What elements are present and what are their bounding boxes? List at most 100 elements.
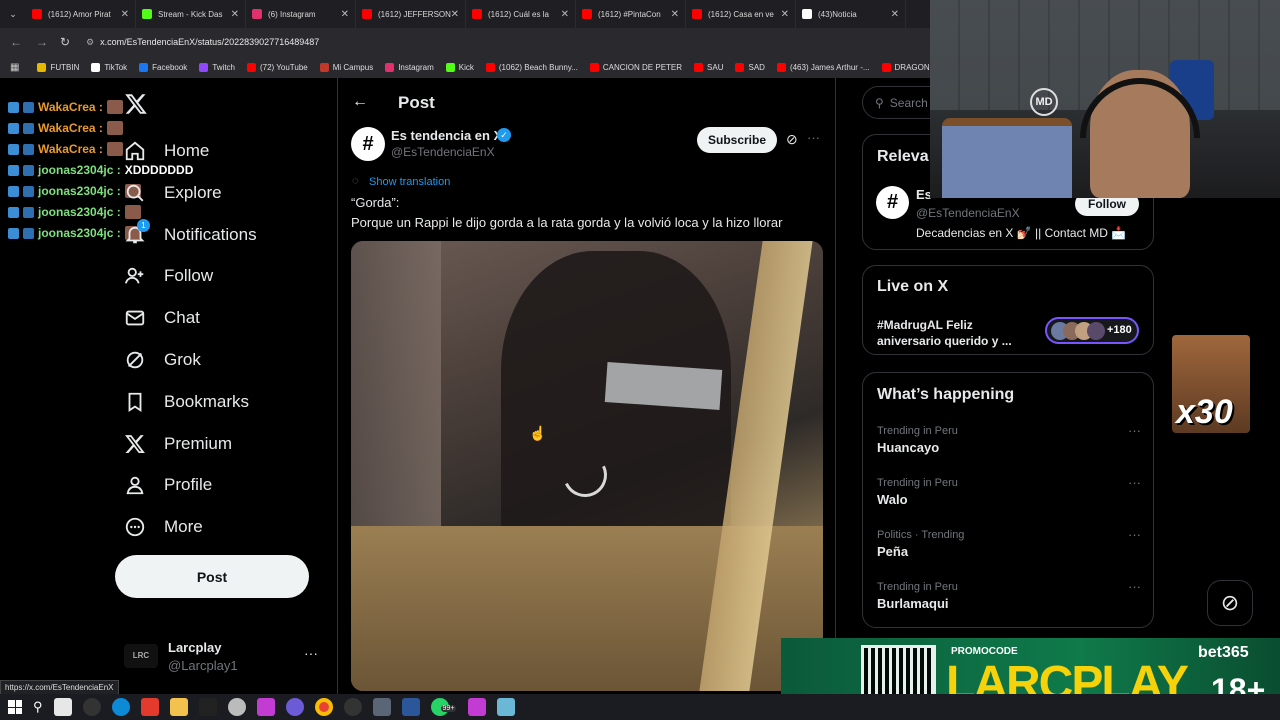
close-icon[interactable]: ✕: [671, 9, 679, 20]
tab-favicon-icon: [802, 9, 812, 19]
nav-item-explore[interactable]: Explore: [124, 182, 222, 204]
calculator-icon[interactable]: [372, 698, 391, 716]
folder-icon[interactable]: [169, 698, 188, 716]
url-field[interactable]: x.com/EsTendenciaEnX/status/202283902771…: [100, 37, 319, 47]
site-info-icon[interactable]: ⚙: [86, 37, 94, 48]
nav-item-premium[interactable]: Premium: [124, 433, 232, 455]
close-icon[interactable]: ✕: [451, 9, 459, 20]
reload-icon[interactable]: ↻: [60, 35, 74, 49]
subscribe-button[interactable]: Subscribe: [697, 127, 777, 153]
whatsapp-icon[interactable]: 99+: [430, 698, 457, 716]
bookmark-item[interactable]: FUTBIN: [37, 62, 79, 72]
nav-item-profile[interactable]: Profile: [124, 474, 212, 496]
author-avatar[interactable]: #: [351, 127, 385, 161]
bookmark-item[interactable]: Facebook: [139, 62, 187, 72]
nav-item-follow[interactable]: Follow: [124, 265, 213, 287]
bookmark-favicon-icon: [37, 62, 47, 72]
more-dots-icon[interactable]: ···: [304, 645, 318, 661]
nav-item-label: Profile: [164, 475, 213, 494]
bookmark-item[interactable]: CANCION DE PETER: [589, 62, 682, 72]
app-icon[interactable]: [256, 698, 275, 716]
trend-more-icon[interactable]: ···: [1128, 423, 1141, 438]
bookmark-favicon-icon: [776, 62, 786, 72]
windows-start-icon[interactable]: [8, 700, 22, 714]
app-icon[interactable]: [285, 698, 304, 716]
nav-item-grok[interactable]: Grok: [124, 349, 201, 371]
close-icon[interactable]: ✕: [561, 9, 569, 20]
app-icon[interactable]: [467, 698, 486, 716]
bookmark-item[interactable]: TikTok: [91, 62, 127, 72]
trend-more-icon[interactable]: ···: [1128, 579, 1141, 594]
app-icon[interactable]: [343, 698, 362, 716]
browser-tab[interactable]: (6) Instagram ✕: [246, 0, 356, 28]
tab-list-button[interactable]: ⌄: [0, 0, 26, 28]
trend-item[interactable]: Trending in Peru Burlamaqui ···: [877, 579, 1141, 611]
grok-floating-button[interactable]: ⊘: [1207, 580, 1253, 626]
author-name[interactable]: Es tendencia en X: [391, 128, 502, 143]
x-logo-icon[interactable]: [124, 92, 148, 116]
tab-label: (1612) #PintaCon: [598, 9, 661, 19]
browser-tab[interactable]: Stream - Kick Das ✕: [136, 0, 246, 28]
app-icon[interactable]: [82, 698, 101, 716]
bookmark-item[interactable]: (463) James Arthur -...: [776, 62, 870, 72]
video-sign: [604, 362, 723, 410]
app-icon[interactable]: [140, 698, 159, 716]
bookmark-item[interactable]: (72) YouTube: [246, 62, 308, 72]
chrome-icon[interactable]: [314, 698, 333, 716]
trend-more-icon[interactable]: ···: [1128, 475, 1141, 490]
account-switcher[interactable]: LRC Larcplay @Larcplay1 ···: [124, 636, 324, 680]
close-icon[interactable]: ✕: [891, 9, 899, 20]
nav-item-label: More: [164, 517, 203, 536]
back-arrow-icon[interactable]: ←: [352, 93, 368, 111]
trend-item[interactable]: Trending in Peru Walo ···: [877, 475, 1141, 507]
browser-tab[interactable]: (43)Noticia ✕: [796, 0, 906, 28]
close-icon[interactable]: ✕: [121, 9, 129, 20]
show-translation-link[interactable]: Show translation: [369, 176, 450, 188]
search-taskbar-icon[interactable]: ⚲: [33, 699, 43, 715]
live-text-1[interactable]: #MadrugAL Feliz: [877, 318, 973, 332]
apps-icon[interactable]: ▦: [10, 62, 19, 73]
nav-item-bookmarks[interactable]: Bookmarks: [124, 391, 249, 413]
app-icon[interactable]: [198, 698, 217, 716]
bookmark-item[interactable]: Kick: [445, 62, 474, 72]
edge-icon[interactable]: [111, 698, 130, 716]
trend-context: Trending in Peru: [877, 581, 958, 593]
post-video[interactable]: ☝: [351, 241, 823, 691]
app-icon[interactable]: [496, 698, 515, 716]
app-icon[interactable]: [227, 698, 246, 716]
trend-item[interactable]: Politics · Trending Peña ···: [877, 527, 1141, 559]
word-icon[interactable]: [401, 698, 420, 716]
trend-more-icon[interactable]: ···: [1128, 527, 1141, 542]
browser-tab[interactable]: (1612) Amor Pirat ✕: [26, 0, 136, 28]
nav-item-home[interactable]: Home: [124, 140, 209, 162]
bookmark-item[interactable]: Mi Campus: [319, 62, 373, 72]
browser-tab[interactable]: (1612) JEFFERSON ✕: [356, 0, 466, 28]
browser-tab[interactable]: (1612) Casa en ve ✕: [686, 0, 796, 28]
bookmark-item[interactable]: (1062) Beach Bunny...: [485, 62, 578, 72]
more-circle-icon: [124, 516, 146, 538]
close-icon[interactable]: ✕: [231, 9, 239, 20]
post-button[interactable]: Post: [115, 555, 309, 598]
close-icon[interactable]: ✕: [781, 9, 789, 20]
bookmark-item[interactable]: SAU: [694, 62, 723, 72]
store-icon[interactable]: [53, 698, 72, 716]
tab-favicon-icon: [582, 9, 592, 19]
post-more-icon[interactable]: ···: [807, 130, 820, 145]
nav-item-more[interactable]: More: [124, 516, 203, 538]
bookmark-item[interactable]: SAD: [735, 62, 765, 72]
close-icon[interactable]: ✕: [341, 9, 349, 20]
back-icon[interactable]: ←: [10, 35, 24, 49]
forward-icon[interactable]: →: [36, 35, 50, 49]
live-avatars-pill[interactable]: +180: [1045, 317, 1139, 344]
grok-icon[interactable]: ⊘: [786, 131, 798, 148]
nav-item-chat[interactable]: Chat: [124, 307, 200, 329]
author-handle[interactable]: @EsTendenciaEnX: [391, 145, 495, 159]
relevant-avatar[interactable]: #: [876, 186, 909, 219]
browser-tab[interactable]: (1612) Cuál es la ✕: [466, 0, 576, 28]
trend-item[interactable]: Trending in Peru Huancayo ···: [877, 423, 1141, 455]
chat-message: joonas2304jc :: [8, 205, 141, 219]
browser-tab[interactable]: (1612) #PintaCon ✕: [576, 0, 686, 28]
bookmark-item[interactable]: Twitch: [199, 62, 235, 72]
live-text-2[interactable]: aniversario querido y ...: [877, 334, 1012, 348]
bookmark-item[interactable]: Instagram: [385, 62, 434, 72]
